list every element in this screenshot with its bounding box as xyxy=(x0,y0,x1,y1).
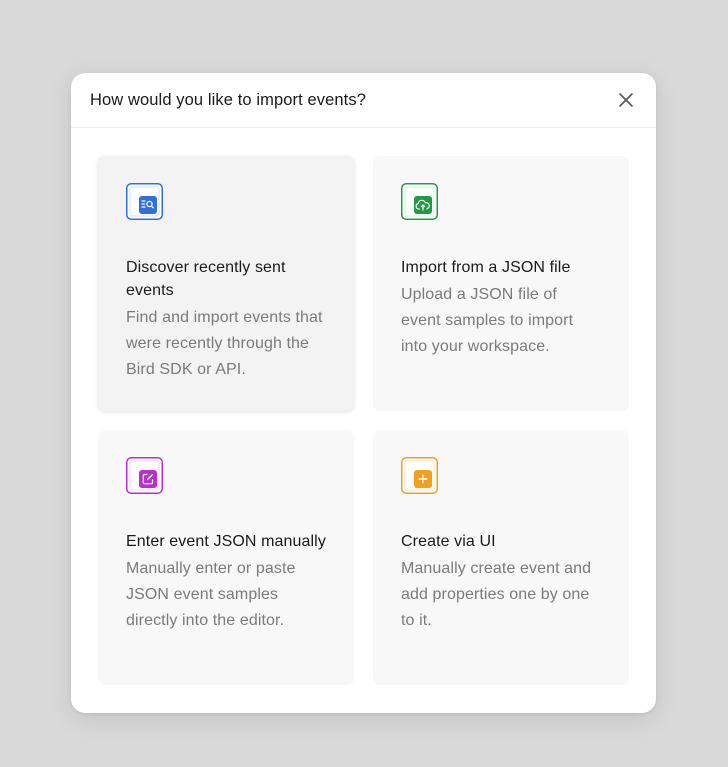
search-list-icon xyxy=(126,183,163,220)
option-description: Manually enter or paste JSON event sampl… xyxy=(126,560,296,629)
import-options-grid: Discover recently sent events Find and i… xyxy=(98,156,629,687)
close-button[interactable] xyxy=(614,88,638,112)
edit-icon xyxy=(126,457,163,494)
close-icon xyxy=(619,93,633,107)
option-title: Discover recently sent events xyxy=(126,259,286,299)
option-discover-events[interactable]: Discover recently sent events Find and i… xyxy=(98,156,354,411)
dialog-header: How would you like to import events? xyxy=(71,73,656,128)
option-enter-json-manually[interactable]: Enter event JSON manually Manually enter… xyxy=(98,430,354,685)
plus-icon xyxy=(401,457,438,494)
option-description: Upload a JSON file of event samples to i… xyxy=(401,286,574,355)
option-import-json-file[interactable]: Import from a JSON file Upload a JSON fi… xyxy=(373,156,629,411)
option-description: Find and import events that were recentl… xyxy=(126,309,323,378)
option-title: Import from a JSON file xyxy=(401,259,571,276)
dialog-title: How would you like to import events? xyxy=(90,90,366,109)
option-title: Create via UI xyxy=(401,533,496,550)
option-title: Enter event JSON manually xyxy=(126,533,326,550)
option-create-via-ui[interactable]: Create via UI Manually create event and … xyxy=(373,430,629,685)
option-description: Manually create event and add properties… xyxy=(401,560,592,629)
import-events-dialog: How would you like to import events? Dis… xyxy=(71,73,656,713)
cloud-upload-icon xyxy=(401,183,438,220)
